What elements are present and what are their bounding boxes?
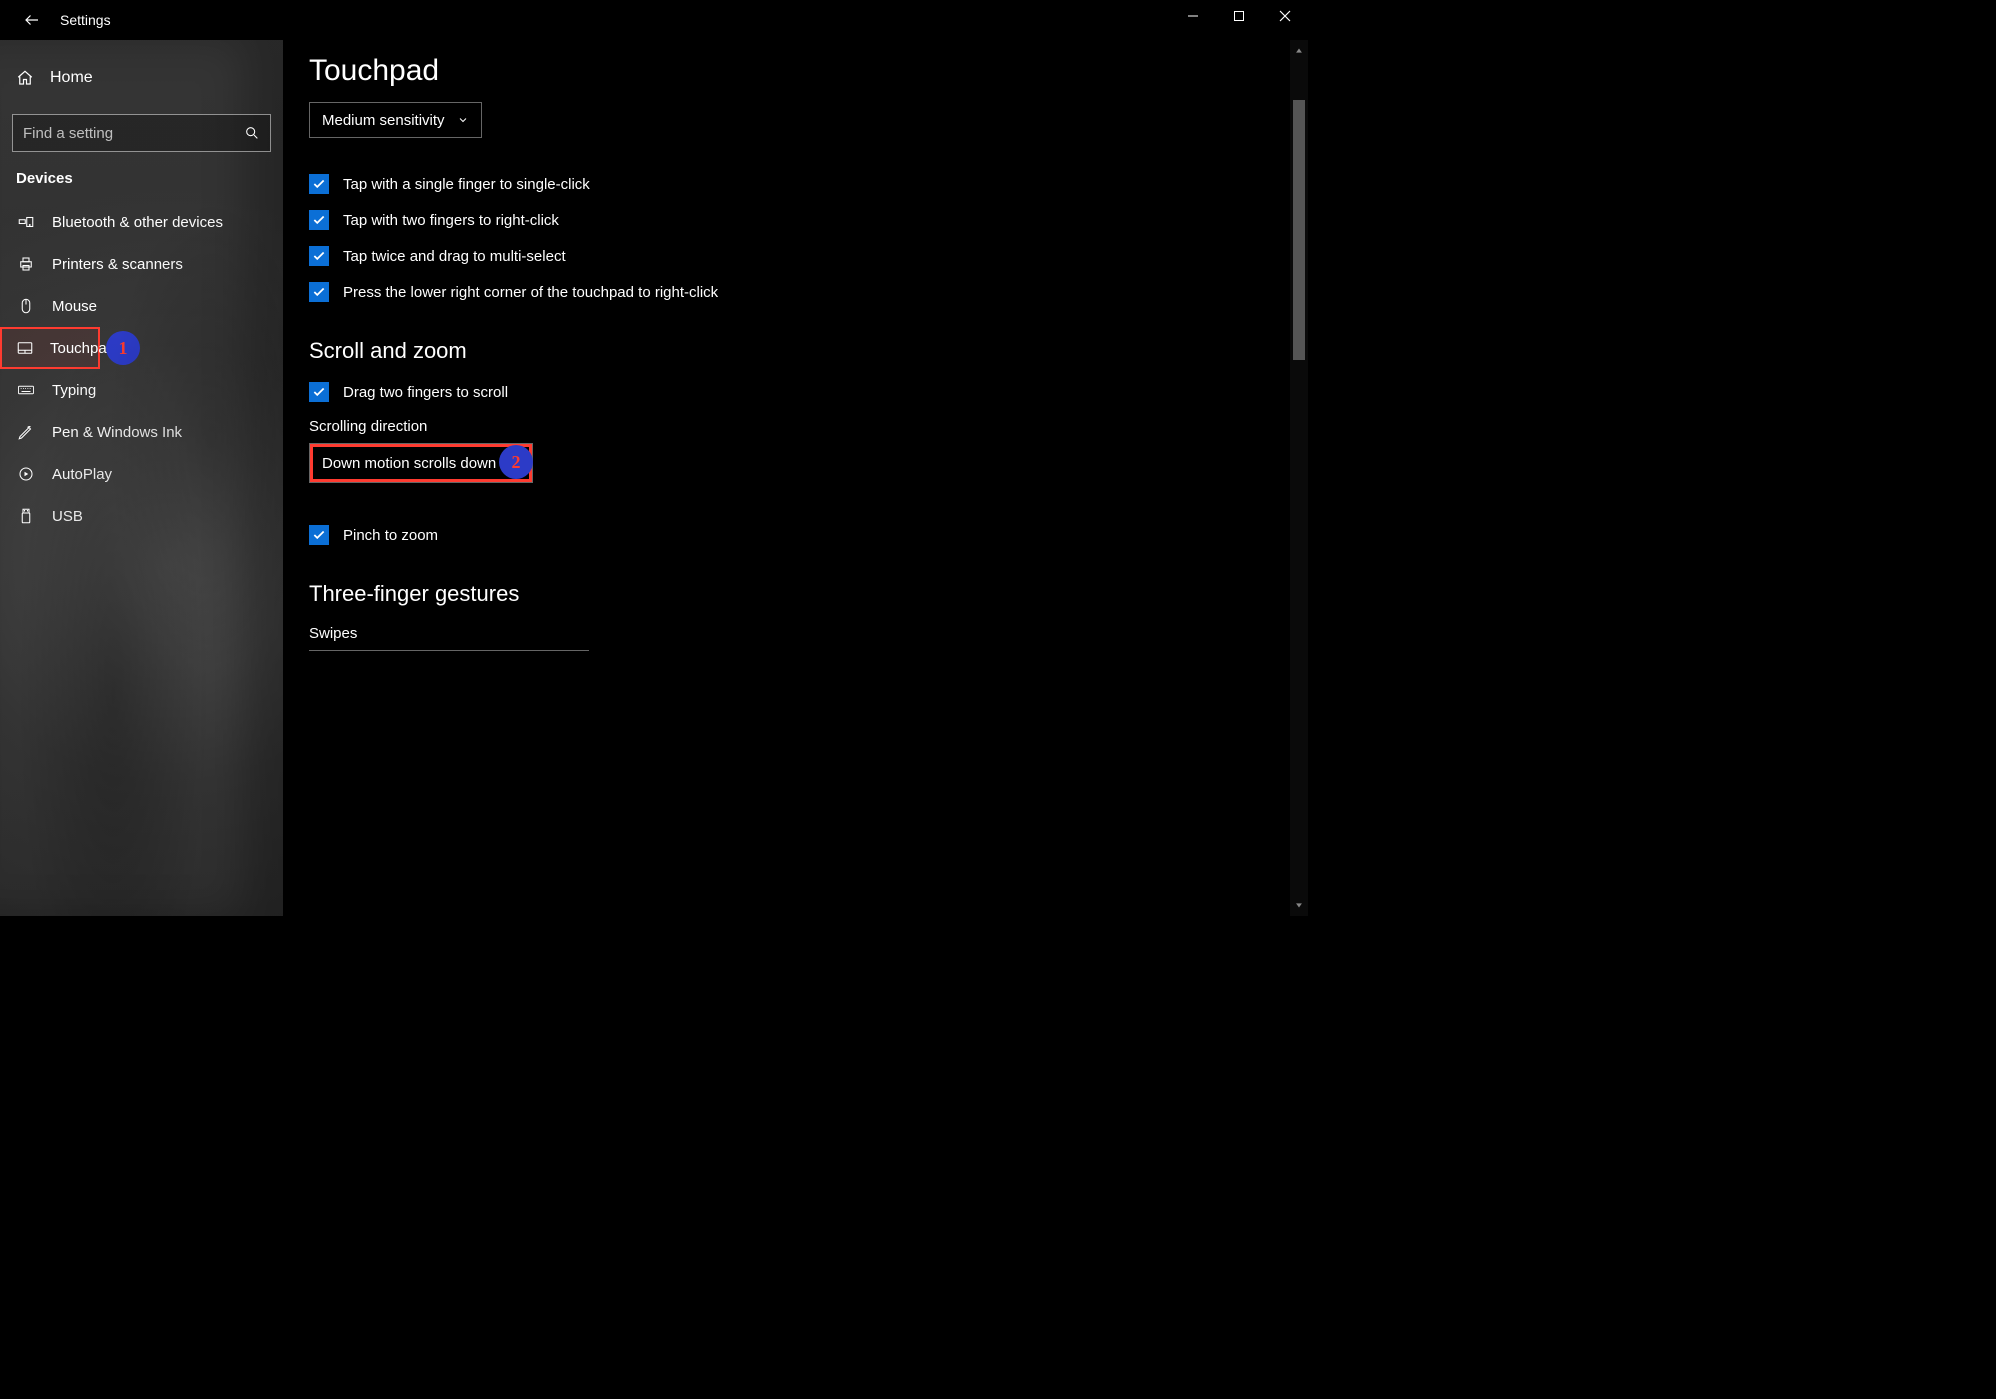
pinch-zoom-label: Pinch to zoom [343, 527, 438, 544]
vertical-scrollbar[interactable] [1290, 40, 1308, 916]
settings-window: Settings Home Devices [0, 0, 1308, 916]
touchpad-icon [16, 339, 34, 357]
page-title: Touchpad [309, 54, 1282, 88]
sidebar-item-label: USB [52, 508, 83, 525]
content-area: Touchpad Medium sensitivity Tap with a s… [283, 40, 1308, 916]
sidebar-item-autoplay[interactable]: AutoPlay [0, 453, 283, 495]
search-icon [244, 125, 260, 141]
sidebar-item-printers[interactable]: Printers & scanners [0, 243, 283, 285]
keyboard-icon [16, 381, 36, 399]
maximize-button[interactable] [1216, 0, 1262, 32]
sidebar-item-mouse[interactable]: Mouse [0, 285, 283, 327]
minimize-button[interactable] [1170, 0, 1216, 32]
bluetooth-devices-icon [16, 213, 36, 231]
tap-right-click-label: Tap with two fingers to right-click [343, 212, 559, 229]
drag-two-fingers-row: Drag two fingers to scroll [309, 382, 1282, 402]
home-icon [16, 69, 34, 87]
pinch-zoom-checkbox[interactable] [309, 525, 329, 545]
swipes-label: Swipes [309, 625, 1282, 642]
three-finger-heading: Three-finger gestures [309, 581, 1282, 607]
sidebar-item-usb[interactable]: USB [0, 495, 283, 537]
back-button[interactable] [20, 8, 44, 32]
mouse-icon [16, 297, 36, 315]
tap-single-click-checkbox[interactable] [309, 174, 329, 194]
scrollbar-thumb[interactable] [1293, 100, 1305, 360]
drag-two-fingers-label: Drag two fingers to scroll [343, 384, 508, 401]
tap-right-click-checkbox[interactable] [309, 210, 329, 230]
pinch-zoom-row: Pinch to zoom [309, 525, 1282, 545]
title-bar: Settings [0, 0, 1308, 40]
sidebar-item-label: Pen & Windows Ink [52, 424, 182, 441]
home-label: Home [50, 69, 93, 87]
sensitivity-value: Medium sensitivity [322, 112, 445, 129]
scroll-up-button[interactable] [1292, 44, 1306, 58]
tap-corner-right-click-label: Press the lower right corner of the touc… [343, 284, 718, 301]
sensitivity-dropdown[interactable]: Medium sensitivity [309, 102, 482, 138]
annotation-badge-1: 1 [106, 331, 140, 365]
sidebar-item-label: Typing [52, 382, 96, 399]
scrolling-direction-label: Scrolling direction [309, 418, 1282, 435]
window-controls [1170, 0, 1308, 32]
autoplay-icon [16, 465, 36, 483]
chevron-down-icon [457, 114, 469, 126]
sidebar-item-touchpad[interactable]: Touchpad 1 [0, 327, 100, 369]
drag-two-fingers-checkbox[interactable] [309, 382, 329, 402]
tap-multiselect-checkbox[interactable] [309, 246, 329, 266]
sidebar-item-label: Mouse [52, 298, 97, 315]
annotation-badge-2: 2 [499, 445, 533, 479]
close-button[interactable] [1262, 0, 1308, 32]
scrolling-direction-value: Down motion scrolls down [322, 455, 496, 472]
tap-single-click-label: Tap with a single finger to single-click [343, 176, 590, 193]
search-box[interactable] [12, 114, 271, 152]
window-body: Home Devices Bluetooth & other devices P… [0, 40, 1308, 916]
tap-corner-right-click-checkbox[interactable] [309, 282, 329, 302]
window-title: Settings [60, 12, 111, 28]
tap-corner-right-click-row: Press the lower right corner of the touc… [309, 282, 1282, 302]
sidebar-item-bluetooth[interactable]: Bluetooth & other devices [0, 201, 283, 243]
printer-icon [16, 255, 36, 273]
sidebar-item-pen[interactable]: Pen & Windows Ink [0, 411, 283, 453]
sidebar-category: Devices [0, 170, 283, 201]
search-input[interactable] [23, 125, 244, 142]
scroll-down-button[interactable] [1292, 898, 1306, 912]
tap-right-click-row: Tap with two fingers to right-click [309, 210, 1282, 230]
sidebar-item-label: Printers & scanners [52, 256, 183, 273]
tap-multiselect-row: Tap twice and drag to multi-select [309, 246, 1282, 266]
sidebar-nav: Bluetooth & other devices Printers & sca… [0, 201, 283, 537]
sidebar: Home Devices Bluetooth & other devices P… [0, 40, 283, 916]
pen-icon [16, 423, 36, 441]
tap-single-click-row: Tap with a single finger to single-click [309, 174, 1282, 194]
sidebar-item-typing[interactable]: Typing [0, 369, 283, 411]
usb-icon [16, 507, 36, 525]
sidebar-item-label: Bluetooth & other devices [52, 214, 223, 231]
sidebar-item-label: AutoPlay [52, 466, 112, 483]
sidebar-home[interactable]: Home [0, 54, 283, 102]
tap-multiselect-label: Tap twice and drag to multi-select [343, 248, 566, 265]
scroll-zoom-heading: Scroll and zoom [309, 338, 1282, 364]
